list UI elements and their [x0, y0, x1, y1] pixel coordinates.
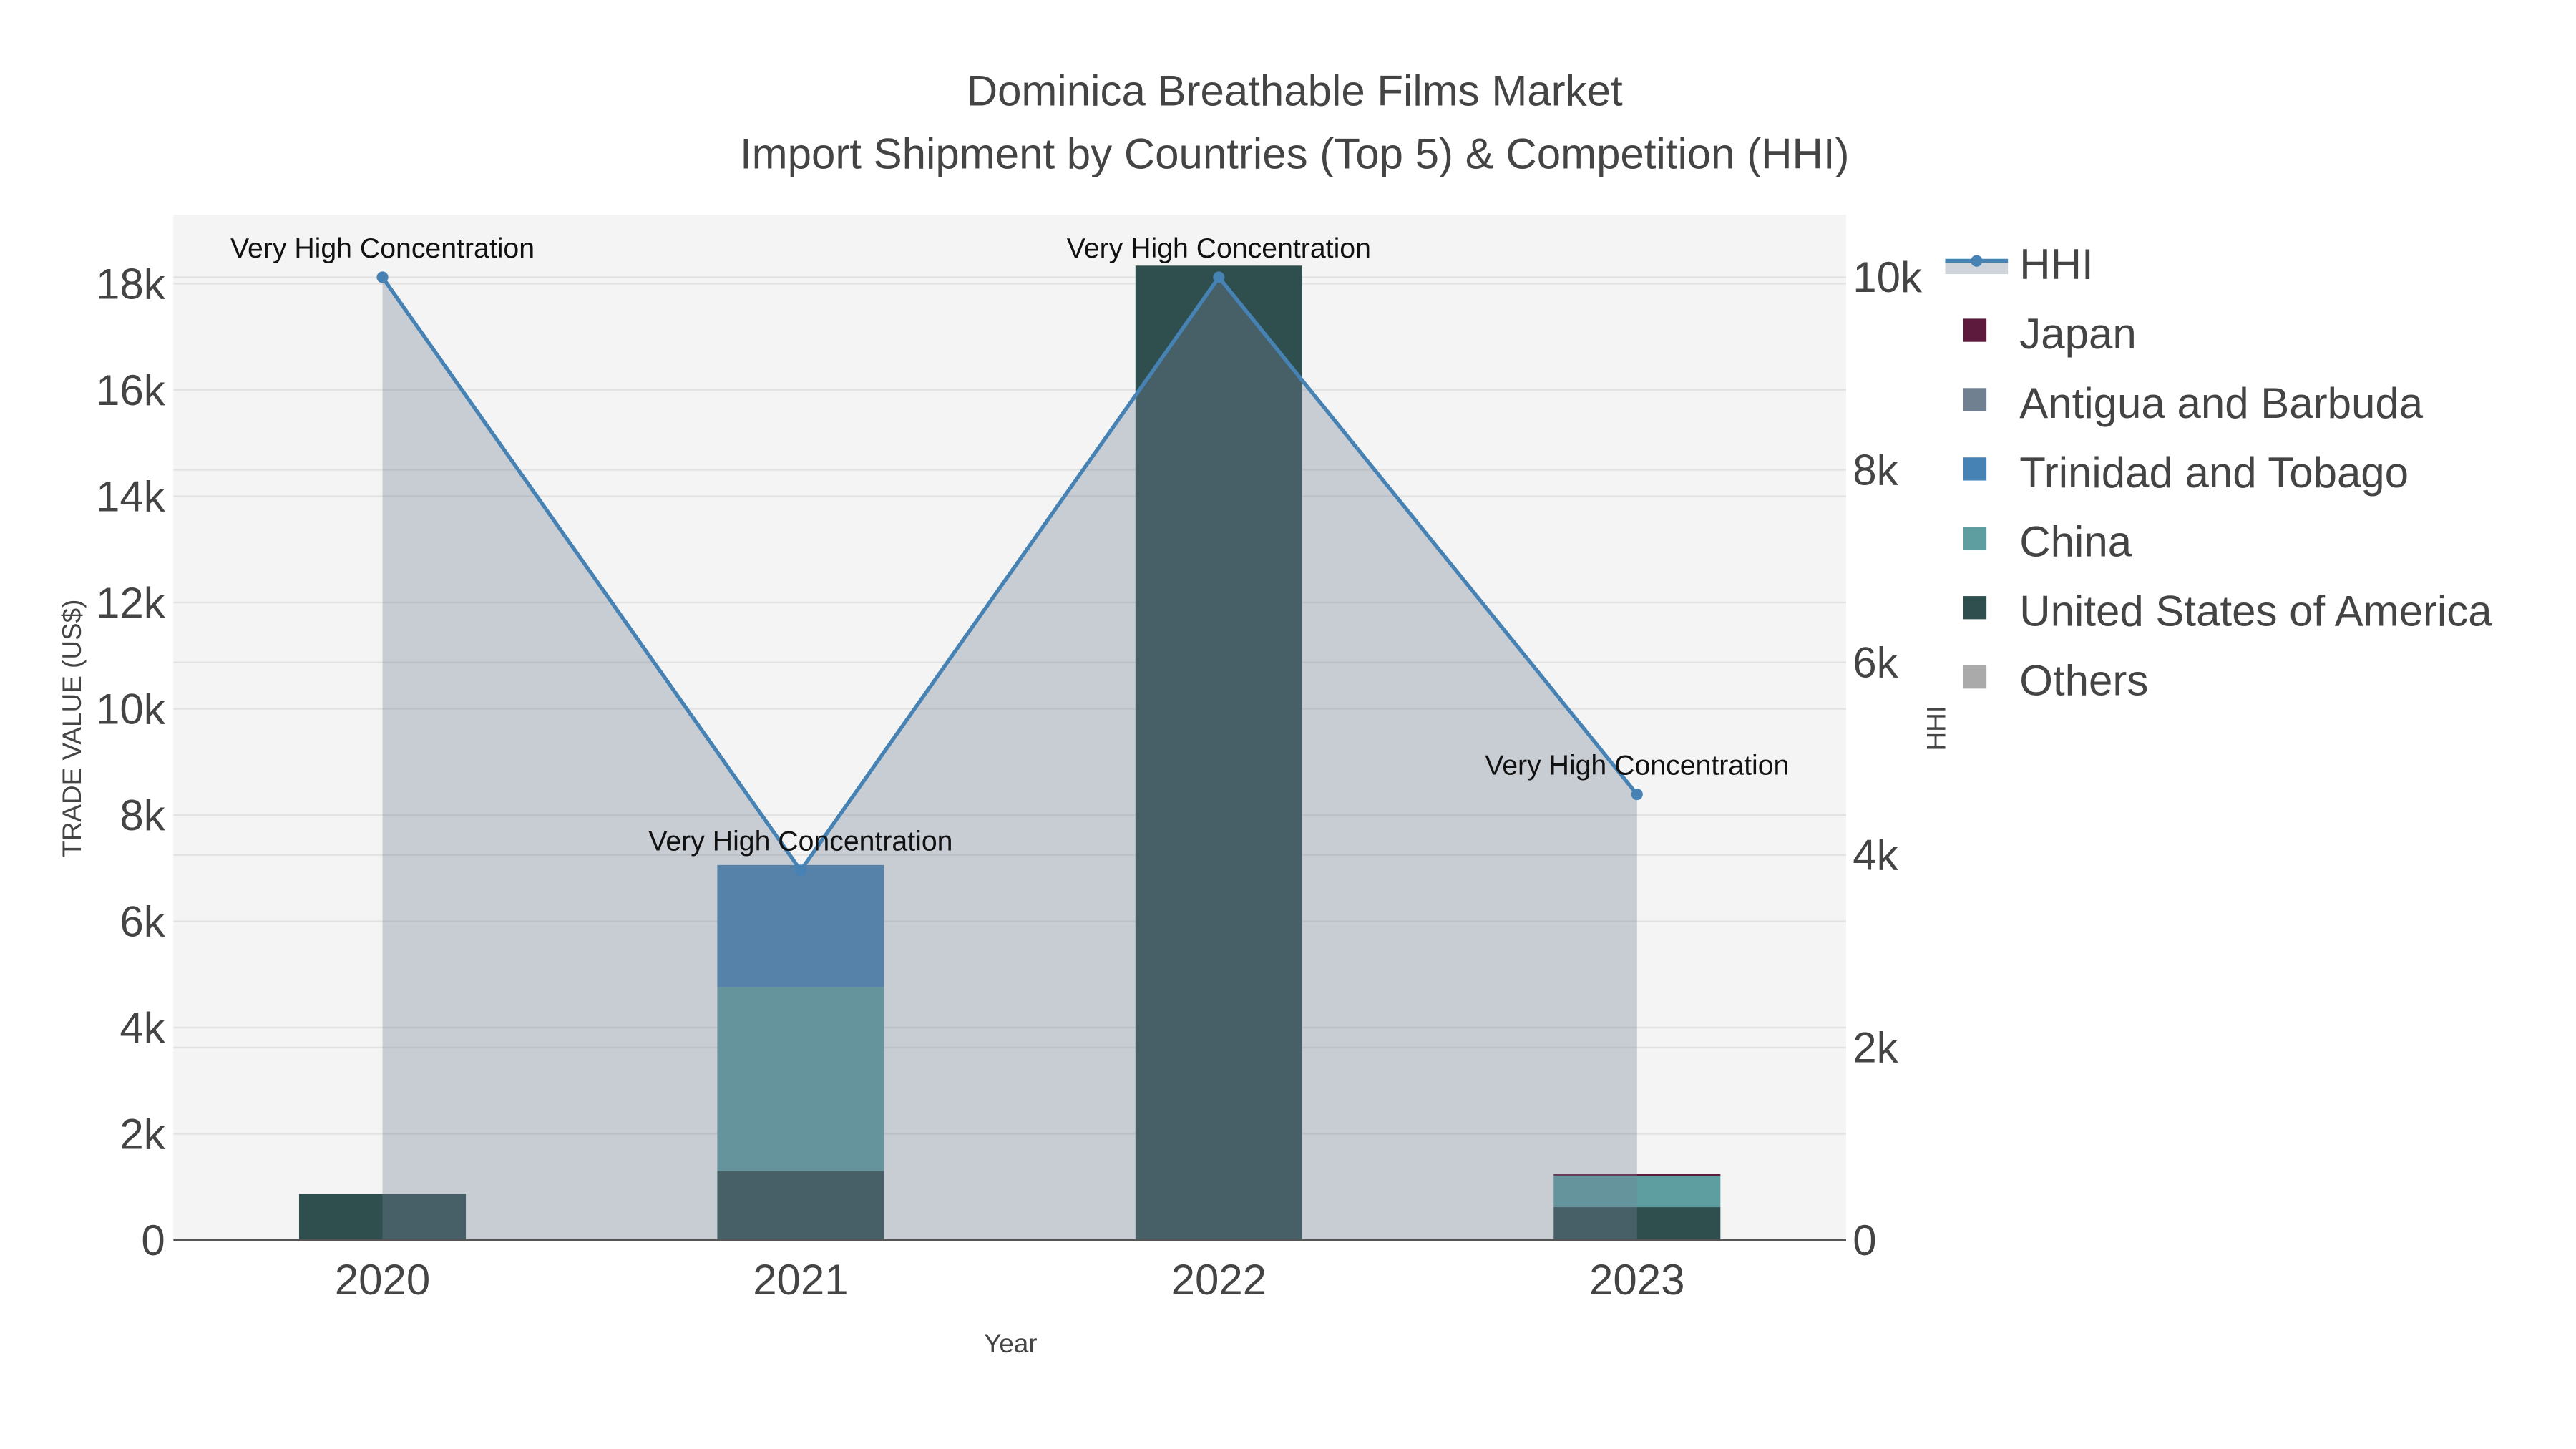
hhi-point-2020[interactable]	[376, 271, 389, 283]
y-tick-label: 6k	[119, 897, 165, 945]
legend-swatch	[1963, 388, 1987, 411]
hhi-annotation: Very High Concentration	[1485, 749, 1789, 781]
legend-swatch	[1963, 318, 1987, 342]
x-tick-label: 2022	[1171, 1256, 1267, 1304]
hhi-point-2023[interactable]	[1631, 788, 1643, 801]
legend-swatch	[1963, 457, 1987, 481]
y2-tick-label: 2k	[1853, 1024, 1898, 1072]
y-tick-label: 0	[141, 1216, 165, 1264]
y2-tick-label: 0	[1853, 1216, 1876, 1264]
legend-hhi-marker-icon	[1971, 255, 1983, 267]
y-axis-label: TRADE VALUE (US$)	[57, 600, 87, 857]
legend-item-japan[interactable]: Japan	[2019, 310, 2136, 358]
legend-item-antigua-and-barbuda[interactable]: Antigua and Barbuda	[2019, 379, 2423, 427]
y-tick-label: 10k	[96, 685, 166, 733]
legend-item-hhi[interactable]: HHI	[2019, 240, 2093, 288]
x-axis-label: Year	[984, 1329, 1038, 1358]
legend-item-united-states-of-america[interactable]: United States of America	[2019, 587, 2492, 635]
legend-swatch	[1963, 527, 1987, 550]
y2-tick-label: 6k	[1853, 638, 1898, 686]
y2-tick-label: 4k	[1853, 831, 1898, 879]
y2-axis-label: HHI	[1921, 706, 1951, 751]
legend-item-china[interactable]: China	[2019, 518, 2132, 566]
legend-item-others[interactable]: Others	[2019, 657, 2148, 705]
legend-swatch	[1963, 665, 1987, 689]
hhi-annotation: Very High Concentration	[230, 233, 535, 264]
chart: 0 2k 4k 6k 8k 10k 12k 14k 16k 18k 0 2k 4k 6k 8k 10k 2020…	[57, 67, 2492, 1358]
y-tick-label: 2k	[119, 1110, 165, 1158]
hhi-point-2021[interactable]	[794, 864, 807, 877]
x-tick-label: 2020	[335, 1256, 430, 1304]
y-tick-label: 8k	[119, 791, 165, 839]
y-tick-label: 16k	[96, 366, 166, 414]
y-tick-label: 18k	[96, 260, 166, 308]
y2-tick-label: 8k	[1853, 446, 1898, 494]
y-tick-label: 4k	[119, 1004, 165, 1052]
y2-tick-label: 10k	[1853, 253, 1923, 301]
legend-item-trinidad-and-tobago[interactable]: Trinidad and Tobago	[2019, 449, 2409, 497]
hhi-point-2022[interactable]	[1213, 271, 1225, 283]
y-tick-label: 12k	[96, 579, 166, 627]
chart-subtitle: Import Shipment by Countries (Top 5) & C…	[740, 130, 1850, 177]
x-tick-label: 2023	[1589, 1256, 1684, 1304]
chart-title: Dominica Breathable Films Market	[967, 67, 1623, 115]
x-tick-label: 2021	[753, 1256, 848, 1304]
legend-swatch	[1963, 596, 1987, 620]
hhi-annotation: Very High Concentration	[648, 826, 952, 857]
hhi-annotation: Very High Concentration	[1067, 233, 1371, 264]
y-tick-label: 14k	[96, 472, 166, 520]
